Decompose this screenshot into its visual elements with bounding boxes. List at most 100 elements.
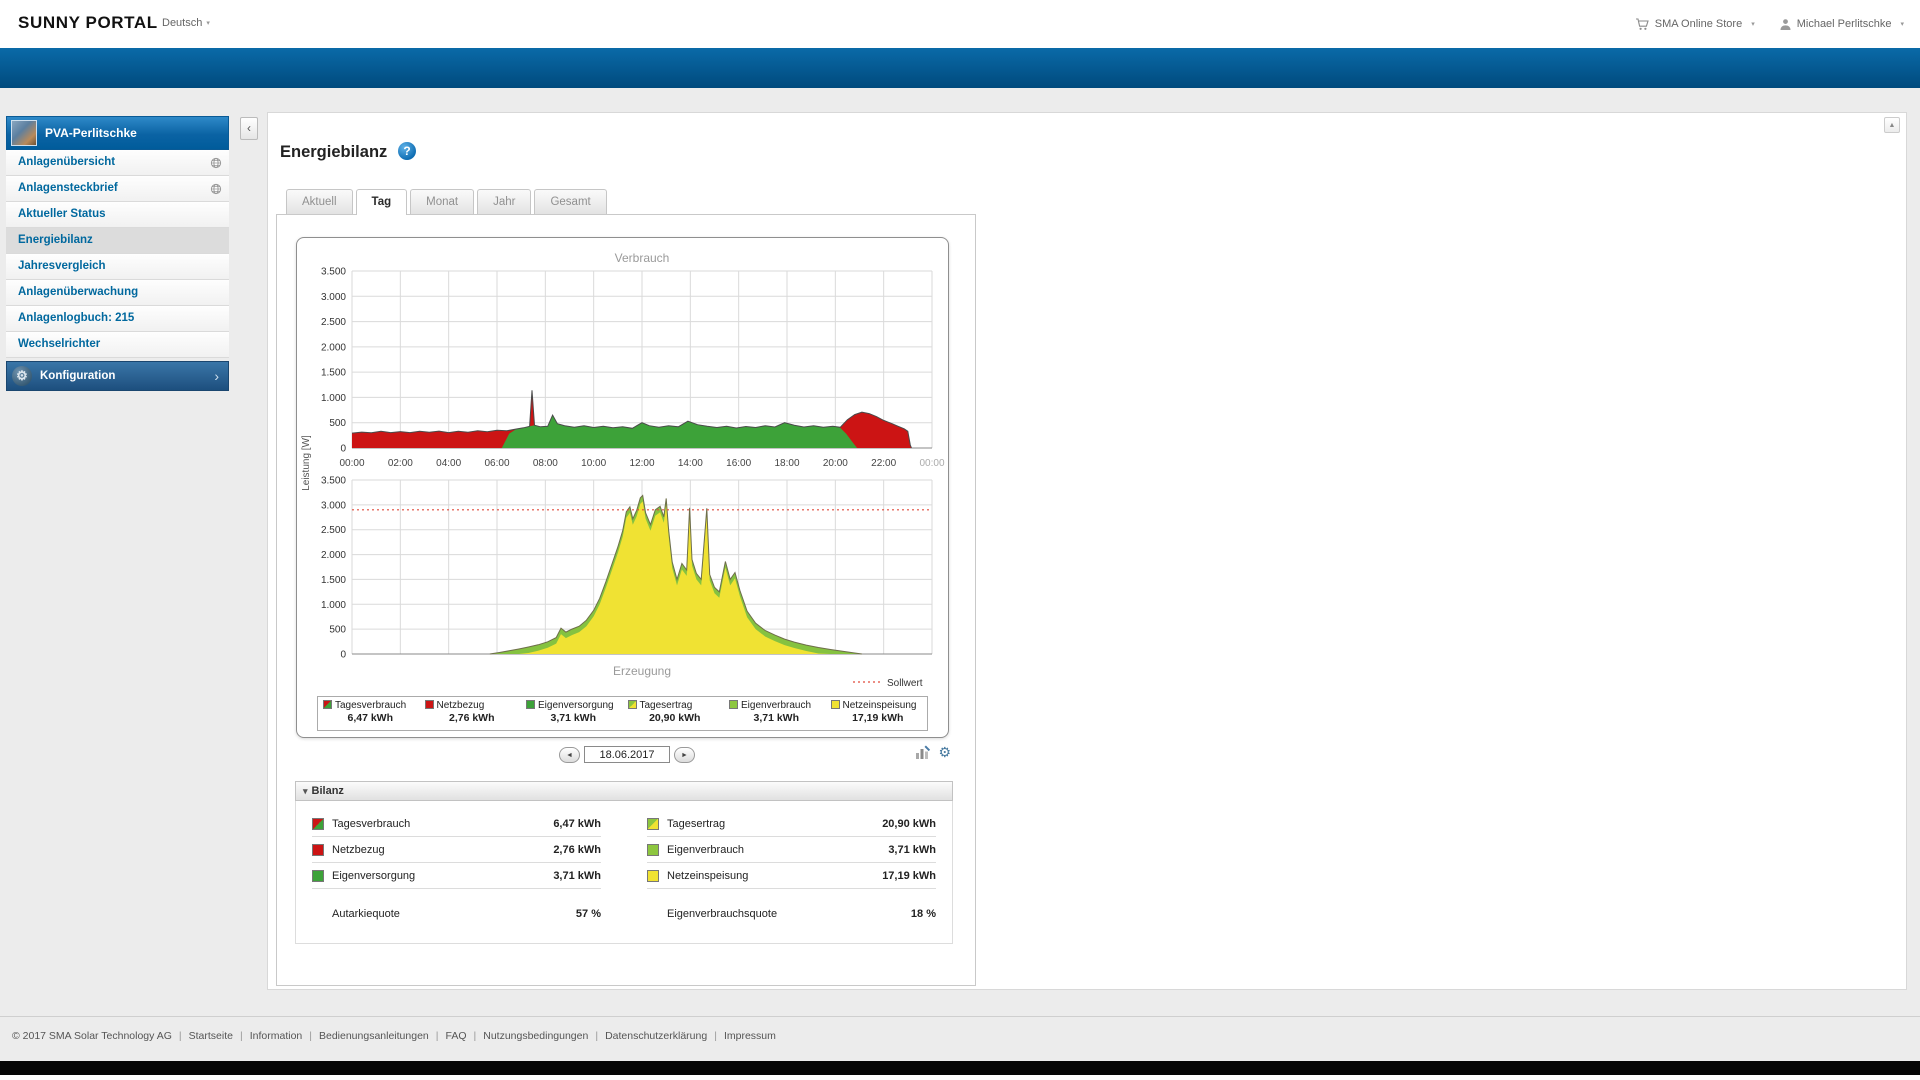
sidebar-item-label: Jahresvergleich [18, 260, 106, 272]
language-selector[interactable]: Deutsch ▾ [162, 17, 210, 29]
sidebar-item-anlagensteckbrief[interactable]: Anlagensteckbrief [6, 176, 229, 202]
tab-jahr[interactable]: Jahr [477, 189, 532, 214]
chart-card: Verbrauch 0 500 1.000 1.500 2.000 2.500 3.000 3.… [296, 237, 949, 738]
sidebar-item-energiebilanz[interactable]: Energiebilanz [6, 228, 229, 254]
tab-bar: Aktuell Tag Monat Jahr Gesamt [286, 189, 607, 215]
bilanz-row-netzeinspeisung: Netzeinspeisung 17,19 kWh [647, 863, 936, 889]
online-store-link[interactable]: SMA Online Store ▾ [1635, 17, 1755, 31]
prev-day-button[interactable]: ◄ [559, 746, 580, 763]
sidebar-item-anlagen-berwachung[interactable]: Anlagenüberwachung [6, 280, 229, 306]
sidebar-item-label: Energiebilanz [18, 234, 93, 246]
footer-link-startseite[interactable]: Startseite [189, 1030, 233, 1042]
edit-chart-icon[interactable] [915, 745, 931, 760]
footer-link-impressum[interactable]: Impressum [724, 1030, 776, 1042]
legend-label: Tagesverbrauch [335, 700, 407, 711]
legend-item-tagesertrag: Tagesertrag 20,90 kWh [623, 697, 725, 730]
collapse-triangle-icon: ▾ [303, 786, 308, 796]
tab-gesamt[interactable]: Gesamt [534, 189, 607, 214]
svg-text:3.000: 3.000 [321, 500, 346, 511]
tab-aktuell[interactable]: Aktuell [286, 189, 353, 214]
plant-header[interactable]: PVA-Perlitschke [6, 116, 229, 150]
svg-text:2.000: 2.000 [321, 342, 346, 353]
svg-text:2.500: 2.500 [321, 525, 346, 536]
footer-link-information[interactable]: Information [250, 1030, 303, 1042]
date-input[interactable] [584, 746, 670, 764]
bilanz-quote-eigenverbrauchsquote: Eigenverbrauchsquote 18 % [647, 901, 936, 927]
footer-separator: | [178, 1030, 182, 1042]
legend-swatch-yellow-green [627, 700, 637, 709]
help-icon[interactable]: ? [398, 142, 416, 160]
legend-swatch-red [424, 700, 434, 709]
legend-label: Eigenversorgung [538, 700, 614, 711]
bilanz-quote-value: 18 % [910, 908, 936, 920]
sidebar-item-label: Anlagenlogbuch: 215 [18, 312, 135, 324]
footer-separator: | [309, 1030, 312, 1042]
app-root: SUNNY PORTAL Deutsch ▾ SMA Online Store ▾ … [0, 0, 1920, 1080]
footer-link-bedienungsanleitungen[interactable]: Bedienungsanleitungen [319, 1030, 429, 1042]
footer-link-datenschutzerkl-rung[interactable]: Datenschutzerklärung [605, 1030, 707, 1042]
footer-separator: | [435, 1030, 439, 1042]
legend-item-eigenverbrauch: Eigenverbrauch 3,71 kWh [724, 697, 826, 730]
sidebar-item-label: Anlagensteckbrief [18, 182, 118, 194]
legend-item-tagesverbrauch: Tagesverbrauch 6,47 kWh [318, 697, 420, 730]
bilanz-row-label: Tagesertrag [667, 817, 726, 830]
sidebar-item-anlagenlogbuch-215[interactable]: Anlagenlogbuch: 215 [6, 306, 229, 332]
tab-monat[interactable]: Monat [410, 189, 475, 214]
svg-text:14:00: 14:00 [678, 458, 703, 469]
user-menu[interactable]: Michael Perlitschke ▾ [1779, 18, 1904, 31]
svg-text:Erzeugung: Erzeugung [613, 664, 671, 678]
footer-copyright: © 2017 SMA Solar Technology AG [12, 1030, 172, 1042]
bilanz-row-value: 17,19 kWh [882, 869, 936, 882]
sidebar-item-jahresvergleich[interactable]: Jahresvergleich [6, 254, 229, 280]
svg-text:1.000: 1.000 [321, 600, 346, 611]
sidebar-item-konfiguration[interactable]: ⚙ Konfiguration › [6, 361, 229, 391]
bilanz-swatch-red [312, 843, 324, 856]
legend-label-row: Tagesverbrauch [323, 700, 418, 711]
svg-text:08:00: 08:00 [533, 458, 558, 469]
sidebar: PVA-Perlitschke Anlagenübersicht Anlagens… [6, 116, 229, 391]
sidebar-menu: Anlagenübersicht Anlagensteckbrief Aktuell… [6, 150, 229, 358]
bilanz-right-column: Tagesertrag 20,90 kWh Eigenverbrauch 3,71 k… [647, 811, 936, 927]
bottom-white-strip [0, 1075, 1920, 1080]
energy-chart-svg: Verbrauch 0 500 1.000 1.500 2.000 2.500 3.000 3.… [301, 251, 945, 689]
legend-value: 2,76 kWh [448, 712, 495, 724]
svg-text:04:00: 04:00 [436, 458, 461, 469]
config-label: Konfiguration [40, 370, 116, 382]
sidebar-item-wechselrichter[interactable]: Wechselrichter [6, 332, 229, 358]
legend-swatch-green [526, 700, 535, 709]
bilanz-left-column: Tagesverbrauch 6,47 kWh Netzbezug 2,76 kWh E… [312, 811, 601, 927]
svg-text:1.000: 1.000 [321, 393, 346, 404]
sidebar-item-aktueller-status[interactable]: Aktueller Status [6, 202, 229, 228]
legend-item-netzeinspeisung: Netzeinspeisung 17,19 kWh [826, 697, 928, 730]
tab-tag[interactable]: Tag [355, 189, 408, 215]
bilanz-row-tagesverbrauch: Tagesverbrauch 6,47 kWh [312, 811, 601, 837]
bilanz-header[interactable]: ▾ Bilanz [295, 781, 953, 801]
user-label: Michael Perlitschke [1796, 18, 1892, 30]
svg-text:10:00: 10:00 [581, 458, 606, 469]
legend-value: 3,71 kWh [753, 712, 800, 724]
legend-label-row: Tagesertrag [627, 700, 723, 711]
chevron-down-icon: ▾ [1900, 21, 1904, 28]
chart-settings-icon[interactable]: ⚙ [938, 745, 951, 760]
bilanz-row-netzbezug: Netzbezug 2,76 kWh [312, 837, 601, 863]
bilanz-quote-label: Eigenverbrauchsquote [667, 908, 778, 920]
sidebar-item-label: Wechselrichter [18, 338, 101, 350]
svg-text:2.500: 2.500 [321, 317, 346, 328]
scroll-top-button[interactable]: ▲ [1884, 117, 1900, 133]
legend-label: Eigenverbrauch [741, 700, 812, 711]
svg-text:02:00: 02:00 [388, 458, 413, 469]
language-label: Deutsch [162, 17, 203, 29]
next-day-button[interactable]: ► [674, 746, 695, 763]
legend-label-row: Eigenverbrauch [729, 700, 824, 711]
footer-link-faq[interactable]: FAQ [445, 1030, 466, 1042]
sidebar-collapse-button[interactable]: ‹ [240, 117, 258, 140]
svg-text:06:00: 06:00 [484, 458, 509, 469]
svg-text:500: 500 [329, 625, 346, 636]
sidebar-item-anlagen-bersicht[interactable]: Anlagenübersicht [6, 150, 229, 176]
footer-link-nutzungsbedingungen[interactable]: Nutzungsbedingungen [483, 1030, 588, 1042]
public-globe-icon [210, 157, 222, 169]
legend-label: Netzbezug [436, 700, 485, 711]
bilanz-row-value: 3,71 kWh [888, 843, 936, 856]
legend-label-row: Eigenversorgung [526, 700, 621, 711]
svg-text:00:00: 00:00 [919, 458, 944, 469]
